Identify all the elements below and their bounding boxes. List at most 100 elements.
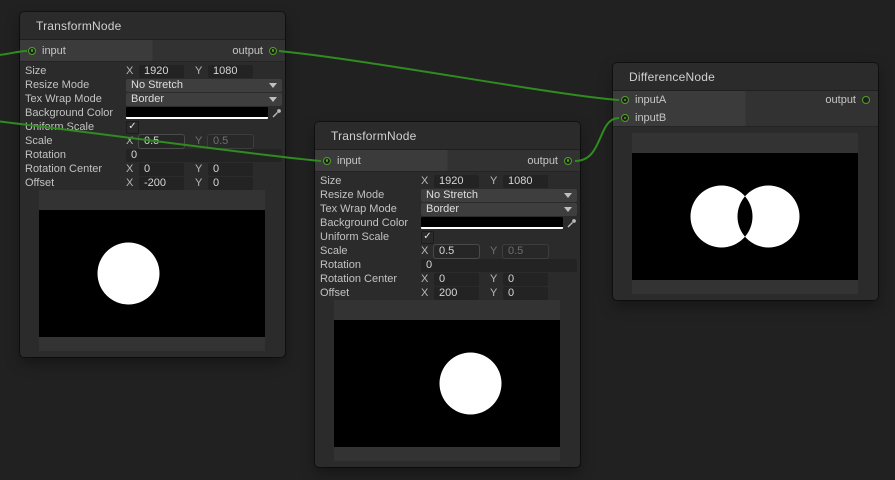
chevron-down-icon [564, 193, 572, 198]
x-axis-label: X [421, 175, 429, 187]
size-y-field[interactable]: 1080 [503, 175, 548, 188]
preview-area [632, 133, 858, 294]
property-rows: Size X 1920 Y 1080 Resize Mode No Stretc… [315, 172, 580, 300]
property-label: Background Color [315, 217, 421, 229]
offset-y-field[interactable]: 0 [208, 177, 253, 190]
preview-area [39, 190, 265, 351]
tex-wrap-mode-dropdown[interactable]: Border [126, 93, 282, 106]
port-row: input output [315, 150, 580, 172]
output-port-icon[interactable] [269, 47, 277, 55]
input-port[interactable]: input [315, 155, 361, 167]
node-title[interactable]: TransformNode [20, 12, 285, 40]
preview-image [39, 210, 265, 337]
row-size: Size X 1920 Y 1080 [20, 64, 282, 78]
port-rows: inputA inputB output [613, 91, 878, 127]
rotation-center-y-field[interactable]: 0 [208, 163, 253, 176]
offset-x-field[interactable]: 200 [434, 287, 479, 300]
eyedropper-icon[interactable] [567, 218, 577, 228]
x-axis-label: X [421, 245, 429, 257]
input-port-icon[interactable] [28, 47, 36, 55]
checkmark-icon: ✓ [128, 122, 136, 132]
row-tex-wrap-mode: Tex Wrap Mode Border [20, 92, 282, 106]
x-axis-label: X [126, 163, 134, 175]
rotation-center-x-field[interactable]: 0 [434, 273, 479, 286]
row-scale: Scale X 0.5 Y 0.5 [20, 134, 282, 148]
output-port-label: output [527, 155, 558, 167]
input-b-port[interactable]: inputB [613, 109, 878, 127]
eyedropper-icon[interactable] [272, 108, 282, 118]
property-label: Resize Mode [20, 79, 126, 91]
dropdown-value: Border [426, 203, 459, 215]
output-port-icon[interactable] [862, 96, 870, 104]
input-a-port-icon[interactable] [621, 96, 629, 104]
property-label: Rotation [20, 149, 126, 161]
input-port-icon[interactable] [323, 157, 331, 165]
chevron-down-icon [269, 83, 277, 88]
size-y-field[interactable]: 1080 [208, 65, 253, 78]
input-b-port-icon[interactable] [621, 114, 629, 122]
rotation-field[interactable]: 0 [421, 259, 577, 272]
input-a-port-label: inputA [635, 94, 666, 106]
y-axis-label: Y [195, 177, 203, 189]
rotation-center-x-field[interactable]: 0 [139, 163, 184, 176]
dropdown-value: Border [131, 93, 164, 105]
row-resize-mode: Resize Mode No Stretch [315, 188, 577, 202]
transform-node-2[interactable]: TransformNode input output Size X 1920 Y… [315, 122, 580, 467]
scale-x-field[interactable]: 0.5 [139, 135, 184, 148]
resize-mode-dropdown[interactable]: No Stretch [126, 79, 282, 92]
x-axis-label: X [126, 135, 134, 147]
difference-node[interactable]: DifferenceNode inputA inputB output [613, 63, 878, 300]
property-label: Resize Mode [315, 189, 421, 201]
input-port-label: input [42, 45, 66, 57]
node-title[interactable]: DifferenceNode [613, 63, 878, 91]
resize-mode-dropdown[interactable]: No Stretch [421, 189, 577, 202]
row-rotation: Rotation 0 [20, 148, 282, 162]
y-axis-label: Y [195, 65, 203, 77]
property-label: Uniform Scale [20, 121, 126, 133]
output-port-label: output [232, 45, 263, 57]
offset-x-field[interactable]: -200 [139, 177, 184, 190]
preview-circle [98, 243, 160, 305]
scale-x-field[interactable]: 0.5 [434, 245, 479, 258]
x-axis-label: X [421, 273, 429, 285]
background-color-swatch[interactable] [126, 107, 268, 119]
property-label: Rotation Center [20, 163, 126, 175]
output-port[interactable]: output [232, 45, 285, 57]
output-port-icon[interactable] [564, 157, 572, 165]
preview-image [334, 320, 560, 447]
row-tex-wrap-mode: Tex Wrap Mode Border [315, 202, 577, 216]
output-port[interactable]: output [825, 91, 878, 109]
property-label: Size [315, 175, 421, 187]
y-axis-label: Y [195, 163, 203, 175]
port-row: input output [20, 40, 285, 62]
background-color-swatch[interactable] [421, 217, 563, 229]
size-x-field[interactable]: 1920 [434, 175, 479, 188]
dropdown-value: No Stretch [131, 79, 183, 91]
preview-area [334, 300, 560, 461]
rotation-field[interactable]: 0 [126, 149, 282, 162]
row-background-color: Background Color [20, 106, 282, 120]
rotation-center-y-field[interactable]: 0 [503, 273, 548, 286]
node-graph-canvas[interactable]: TransformNode input output Size X 1920 Y… [0, 0, 895, 480]
uniform-scale-checkbox[interactable]: ✓ [126, 121, 139, 134]
property-label: Background Color [20, 107, 126, 119]
property-label: Uniform Scale [315, 231, 421, 243]
row-rotation-center: Rotation Center X 0 Y 0 [315, 272, 577, 286]
uniform-scale-checkbox[interactable]: ✓ [421, 231, 434, 244]
node-title[interactable]: TransformNode [315, 122, 580, 150]
row-offset: Offset X 200 Y 0 [315, 286, 577, 300]
output-port[interactable]: output [527, 155, 580, 167]
row-uniform-scale: Uniform Scale ✓ [20, 120, 282, 134]
property-label: Rotation [315, 259, 421, 271]
tex-wrap-mode-dropdown[interactable]: Border [421, 203, 577, 216]
x-axis-label: X [421, 287, 429, 299]
offset-y-field[interactable]: 0 [503, 287, 548, 300]
transform-node-1[interactable]: TransformNode input output Size X 1920 Y… [20, 12, 285, 357]
property-label: Scale [315, 245, 421, 257]
property-label: Size [20, 65, 126, 77]
input-port[interactable]: input [20, 45, 66, 57]
size-x-field[interactable]: 1920 [139, 65, 184, 78]
wire-transform1-to-inputA[interactable] [279, 51, 619, 100]
property-rows: Size X 1920 Y 1080 Resize Mode No Stretc… [20, 62, 285, 190]
preview-circle [440, 353, 502, 415]
